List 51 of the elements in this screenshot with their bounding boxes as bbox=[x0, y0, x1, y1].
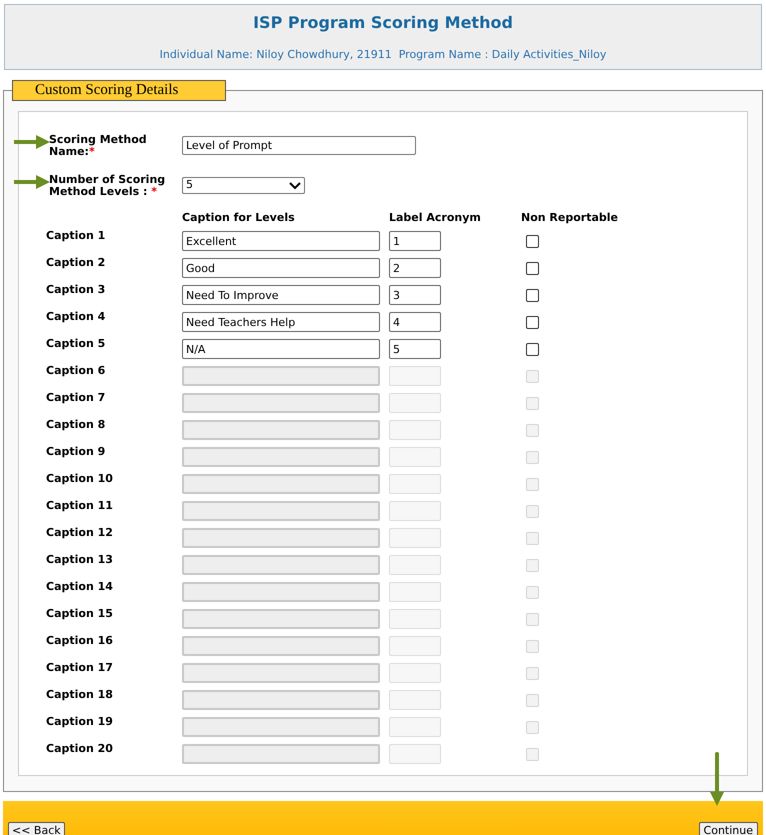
row-label: Caption 13 bbox=[46, 552, 114, 568]
acronym-field[interactable]: 1 bbox=[389, 231, 441, 251]
acronym-field[interactable]: 5 bbox=[389, 339, 441, 359]
row-label: Caption 18 bbox=[46, 687, 114, 703]
caption-field[interactable]: Excellent bbox=[182, 231, 380, 251]
acronym-field[interactable]: 3 bbox=[389, 285, 441, 305]
row-label: Caption 20 bbox=[46, 741, 114, 757]
section-title: Custom Scoring Details bbox=[12, 80, 226, 101]
row-label: Caption 4 bbox=[46, 309, 106, 325]
back-button[interactable]: << Back bbox=[8, 822, 65, 835]
continue-button[interactable]: Continue bbox=[698, 822, 758, 835]
row-label: Caption 3 bbox=[46, 282, 106, 298]
row-label: Caption 1 bbox=[46, 228, 106, 244]
row-label: Caption 15 bbox=[46, 606, 114, 622]
acronym-field[interactable]: 4 bbox=[389, 312, 441, 332]
caption-field[interactable]: Need To Improve bbox=[182, 285, 380, 305]
field-label: Number of Scoring Method Levels : * bbox=[48, 174, 166, 198]
page-subtitle: Individual Name: Niloy Chowdhury, 21911 Program Name : Daily Activities_Niloy bbox=[160, 46, 606, 63]
row-label: Caption 12 bbox=[46, 525, 114, 541]
checkbox[interactable] bbox=[526, 343, 539, 356]
acronym-field[interactable]: 2 bbox=[389, 258, 441, 278]
arrow-icon bbox=[14, 135, 50, 149]
checkbox[interactable] bbox=[526, 235, 539, 248]
row-label: Caption 9 bbox=[46, 444, 106, 460]
arrow-icon bbox=[710, 752, 724, 806]
column-header: Non Reportable bbox=[521, 210, 618, 226]
levels-dropdown[interactable]: 5 bbox=[182, 177, 305, 194]
caption-field[interactable]: Need Teachers Help bbox=[182, 312, 380, 332]
column-header: Caption for Levels bbox=[182, 210, 296, 226]
caption-field[interactable]: N/A bbox=[182, 339, 380, 359]
column-header: Label Acronym bbox=[389, 210, 482, 226]
row-label: Caption 14 bbox=[46, 579, 114, 595]
caption-field[interactable]: Good bbox=[182, 258, 380, 278]
field-label: Scoring Method Name:* bbox=[48, 134, 148, 158]
page-title: ISP Program Scoring Method bbox=[253, 12, 513, 34]
row-label: Caption 11 bbox=[46, 498, 114, 514]
row-label: Caption 17 bbox=[46, 660, 114, 676]
row-label: Caption 16 bbox=[46, 633, 114, 649]
chevron-icon bbox=[289, 182, 301, 190]
row-label: Caption 6 bbox=[46, 363, 106, 379]
row-label: Caption 5 bbox=[46, 336, 106, 352]
checkbox[interactable] bbox=[526, 289, 539, 302]
row-label: Caption 2 bbox=[46, 255, 106, 271]
row-label: Caption 7 bbox=[46, 390, 106, 406]
input-field[interactable]: Level of Prompt bbox=[182, 136, 416, 155]
row-label: Caption 8 bbox=[46, 417, 106, 433]
arrow-icon bbox=[14, 175, 50, 189]
row-label: Caption 10 bbox=[46, 471, 114, 487]
checkbox[interactable] bbox=[526, 316, 539, 329]
row-label: Caption 19 bbox=[46, 714, 114, 730]
checkbox[interactable] bbox=[526, 262, 539, 275]
